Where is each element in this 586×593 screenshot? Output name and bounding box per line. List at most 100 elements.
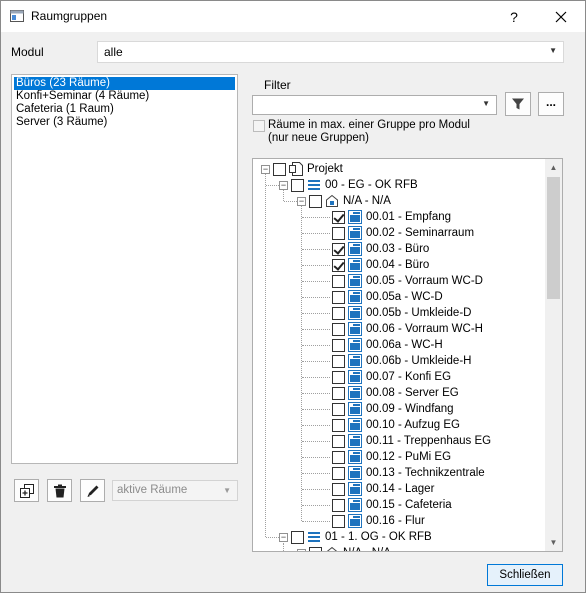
group-list-item[interactable]: Cafeteria (1 Raum) [14, 103, 235, 116]
checkbox[interactable] [273, 162, 286, 176]
chevron-down-icon: ▼ [549, 46, 557, 55]
scroll-thumb[interactable] [547, 177, 560, 299]
tree-node-room[interactable]: 00.05 - Vorraum WC-D [332, 273, 483, 289]
tree-node-room[interactable]: 00.11 - Treppenhaus EG [332, 433, 491, 449]
room-icon [348, 434, 362, 448]
checkbox-checked[interactable] [332, 242, 345, 256]
checkbox[interactable] [332, 386, 345, 400]
checkbox[interactable] [332, 450, 345, 464]
scroll-up-arrow-icon[interactable]: ▲ [545, 159, 562, 176]
collapse-toggle-icon[interactable]: − [261, 164, 270, 174]
checkbox[interactable] [332, 498, 345, 512]
tree-node-room[interactable]: 00.08 - Server EG [332, 385, 459, 401]
tree-node-label: 00.01 - Empfang [366, 211, 452, 223]
tree-node-room[interactable]: 00.14 - Lager [332, 481, 434, 497]
window-app-icon [10, 10, 24, 22]
modul-select-value: alle [104, 45, 123, 59]
tree-node-room[interactable]: 00.03 - Büro [332, 241, 429, 257]
checkbox[interactable] [332, 418, 345, 432]
checkbox[interactable] [309, 546, 322, 551]
tree-node-room[interactable]: 00.15 - Cafeteria [332, 497, 452, 513]
checkbox[interactable] [332, 322, 345, 336]
checkbox[interactable] [332, 226, 345, 240]
help-button[interactable]: ? [504, 7, 524, 27]
chevron-down-icon: ▼ [223, 486, 231, 495]
checkbox[interactable] [332, 338, 345, 352]
tree-node-building[interactable]: − N/A - N/A [297, 193, 391, 209]
close-window-button[interactable] [549, 6, 573, 28]
group-list-item[interactable]: Server (3 Räume) [14, 116, 235, 129]
tree-node-label: 00.06a - WC-H [366, 339, 443, 351]
checkbox[interactable] [332, 370, 345, 384]
title-bar: Raumgruppen ? [1, 1, 585, 32]
tree-node-room[interactable]: 00.12 - PuMi EG [332, 449, 451, 465]
tree-node-label: 00.03 - Büro [366, 243, 430, 255]
tree-node-room[interactable]: 00.02 - Seminarraum [332, 225, 474, 241]
tree-node-room[interactable]: 00.06b - Umkleide-H [332, 353, 471, 369]
tree-node-label: 00.04 - Büro [366, 259, 430, 271]
raumgruppen-dialog: Raumgruppen ? Modul alle ▼ Büros (23 Räu… [0, 0, 586, 593]
more-options-button[interactable]: ... [538, 92, 564, 116]
checkbox[interactable] [332, 306, 345, 320]
room-icon [348, 306, 362, 320]
collapse-toggle-icon[interactable]: − [297, 196, 306, 206]
checkbox[interactable] [309, 194, 322, 208]
delete-group-button[interactable] [47, 479, 72, 502]
tree-node-label: N/A - N/A [343, 547, 391, 551]
tree-node-room[interactable]: 00.10 - Aufzug EG [332, 417, 460, 433]
tree-connector-line [302, 345, 330, 346]
group-list-item[interactable]: Büros (23 Räume) [14, 77, 235, 90]
single-group-checkbox[interactable] [253, 120, 265, 132]
tree-node-room[interactable]: 00.06 - Vorraum WC-H [332, 321, 483, 337]
tree-node-floor[interactable]: − 00 - EG - OK RFB [279, 177, 418, 193]
filter-button[interactable] [505, 92, 531, 116]
tree-node-label: 00.09 - Windfang [366, 403, 454, 415]
tree-connector-line [302, 473, 330, 474]
project-icon [289, 162, 303, 176]
rename-group-button[interactable] [80, 479, 105, 502]
tree-scrollbar[interactable]: ▲ ▼ [545, 159, 562, 551]
collapse-toggle-icon[interactable]: − [279, 180, 288, 190]
scroll-down-arrow-icon[interactable]: ▼ [545, 534, 562, 551]
tree-node-room[interactable]: 00.16 - Flur [332, 513, 425, 529]
checkbox[interactable] [332, 482, 345, 496]
modul-select[interactable]: alle ▼ [97, 41, 564, 63]
tree-node-room[interactable]: 00.06a - WC-H [332, 337, 443, 353]
group-list[interactable]: Büros (23 Räume) Konfi+Seminar (4 Räume) C… [11, 74, 238, 464]
tree-node-room[interactable]: 00.09 - Windfang [332, 401, 454, 417]
checkbox-checked[interactable] [332, 210, 345, 224]
checkbox[interactable] [332, 434, 345, 448]
trash-icon [53, 484, 66, 497]
single-group-checkbox-row[interactable]: Räume in max. einer Gruppe pro Modul (nu… [253, 119, 470, 145]
checkbox[interactable] [332, 274, 345, 288]
close-dialog-button[interactable]: Schließen [487, 564, 563, 586]
tree-node-building[interactable]: − N/A - N/A [297, 545, 391, 551]
tree-node-floor[interactable]: − 01 - 1. OG - OK RFB [279, 529, 432, 545]
tree-node-room[interactable]: 00.05b - Umkleide-D [332, 305, 471, 321]
checkbox[interactable] [332, 354, 345, 368]
collapse-toggle-icon[interactable]: − [297, 548, 306, 551]
tree-node-room[interactable]: 00.05a - WC-D [332, 289, 443, 305]
checkbox[interactable] [332, 290, 345, 304]
tree-node-room[interactable]: 00.13 - Technikzentrale [332, 465, 485, 481]
checkbox[interactable] [291, 530, 304, 544]
single-group-checkbox-label-line2: (nur neue Gruppen) [268, 132, 370, 144]
checkbox[interactable] [332, 514, 345, 528]
filter-combo[interactable]: ▼ [252, 95, 497, 115]
room-tree[interactable]: ▲ ▼ − Projekt − 00 - EG - OK RFB − N/A - N/A 0… [252, 158, 563, 552]
tree-node-label: 00.15 - Cafeteria [366, 499, 452, 511]
checkbox[interactable] [332, 402, 345, 416]
collapse-toggle-icon[interactable]: − [279, 532, 288, 542]
group-list-item[interactable]: Konfi+Seminar (4 Räume) [14, 90, 235, 103]
add-group-button[interactable] [14, 479, 39, 502]
tree-node-room[interactable]: 00.04 - Büro [332, 257, 429, 273]
checkbox-checked[interactable] [332, 258, 345, 272]
checkbox[interactable] [332, 466, 345, 480]
tree-node-project[interactable]: − Projekt [261, 161, 343, 177]
tree-connector-line [302, 393, 330, 394]
tree-node-room[interactable]: 00.07 - Konfi EG [332, 369, 451, 385]
checkbox[interactable] [291, 178, 304, 192]
tree-node-room[interactable]: 00.01 - Empfang [332, 209, 451, 225]
active-rooms-select[interactable]: aktive Räume ▼ [112, 480, 238, 501]
room-icon [348, 514, 362, 528]
